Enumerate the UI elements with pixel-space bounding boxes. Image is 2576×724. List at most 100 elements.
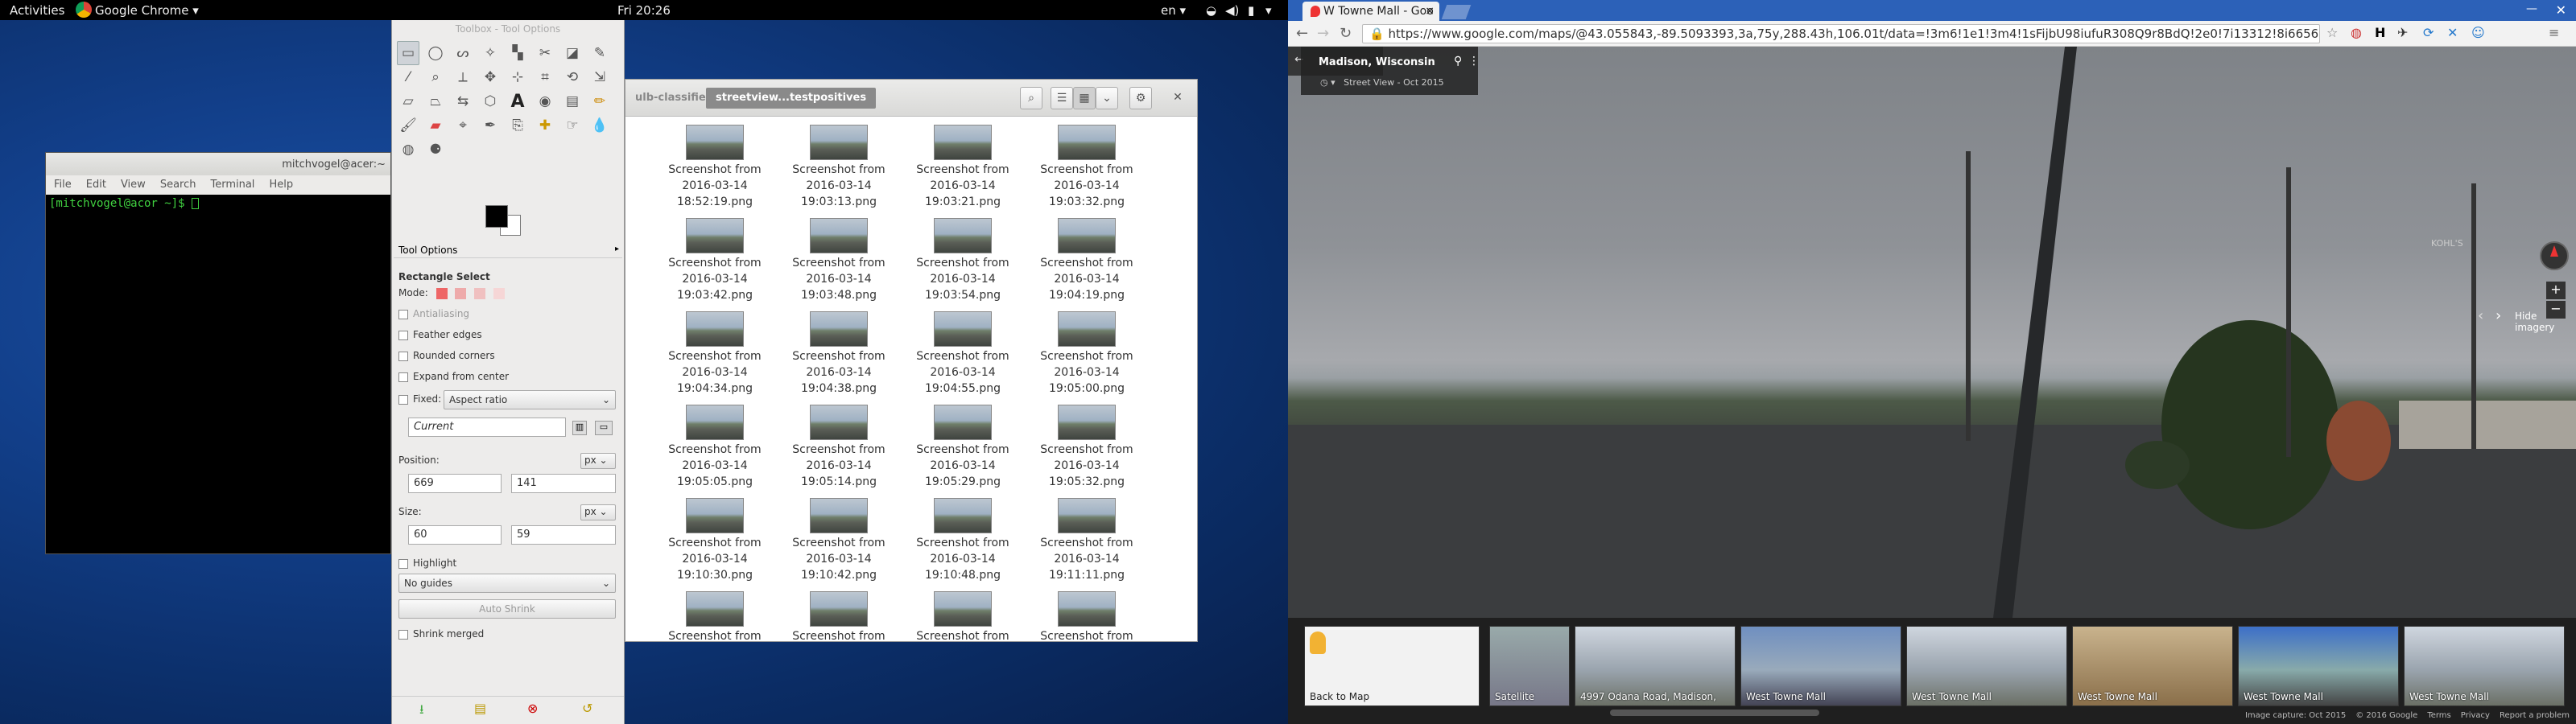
- more-icon[interactable]: ⋮: [1468, 55, 1480, 68]
- extension-5-icon[interactable]: ✕: [2447, 25, 2458, 40]
- expand-option[interactable]: Expand from center: [398, 371, 509, 382]
- file-item[interactable]: Screenshot from 2016-03-14 19:05:00.png: [1026, 311, 1147, 397]
- shear-tool-icon[interactable]: ▱: [397, 89, 419, 113]
- extension-4-icon[interactable]: ⟳: [2423, 25, 2434, 40]
- file-item[interactable]: Screenshot from 2016-03-14 19:10:42.png: [778, 498, 899, 583]
- shrink-merged-option[interactable]: Shrink merged: [398, 628, 484, 640]
- reset-options-icon[interactable]: ↺: [582, 701, 592, 716]
- photo-tile-1[interactable]: 4997 Odana Road, Madison,: [1575, 626, 1736, 706]
- terms-link[interactable]: Terms: [2427, 711, 2450, 720]
- color-picker-tool-icon[interactable]: ⁄: [397, 65, 419, 89]
- file-item[interactable]: Screenshot from 2016-03-14 19:03:42.png: [654, 218, 775, 303]
- list-view-icon[interactable]: ☰: [1051, 87, 1073, 109]
- paintbrush-tool-icon[interactable]: 🖌: [397, 113, 419, 138]
- menu-edit[interactable]: Edit: [86, 179, 106, 191]
- minimize-icon[interactable]: —: [2526, 2, 2537, 15]
- antialiasing-option[interactable]: Antialiasing: [398, 308, 469, 319]
- size-w-input[interactable]: 60: [408, 525, 502, 545]
- terminal-window[interactable]: mitchvogel@acer:~ File Edit View Search …: [45, 152, 391, 554]
- heal-tool-icon[interactable]: ✚: [534, 113, 556, 138]
- file-item[interactable]: Screenshot from 2016-03-14 19:05:14.png: [778, 405, 899, 490]
- file-item[interactable]: Screenshot from 2016-03-14 19:03:13.png: [778, 125, 899, 210]
- file-item[interactable]: Screenshot from 2016-03-14 19:03:48.png: [778, 218, 899, 303]
- photo-tile-3[interactable]: West Towne Mall: [1906, 626, 2067, 706]
- ink-tool-icon[interactable]: ✒: [479, 113, 502, 138]
- extension-3-icon[interactable]: ✈: [2397, 25, 2408, 40]
- chrome-window[interactable]: W Towne Mall - Goo × — ✕ ← → ↻ 🔒 https:/…: [1288, 0, 2576, 724]
- scissors-tool-icon[interactable]: ✂: [534, 41, 556, 65]
- grid-view-icon[interactable]: ▦: [1073, 87, 1096, 109]
- file-item[interactable]: Screenshot from 2016-03-14 19:10:30.png: [654, 498, 775, 583]
- position-unit[interactable]: px ⌄: [580, 453, 616, 469]
- privacy-link[interactable]: Privacy: [2461, 711, 2490, 720]
- file-item[interactable]: Screenshot from 2016-03-14 19:04:55.png: [902, 311, 1023, 397]
- fuzzy-select-tool-icon[interactable]: ✧: [479, 41, 502, 65]
- clock[interactable]: Fri 20:26: [617, 3, 671, 18]
- guides-dropdown[interactable]: No guides ⌄: [398, 574, 616, 593]
- file-item[interactable]: Screenshot from 2016-03-14 19:04:19.png: [1026, 218, 1147, 303]
- file-item[interactable]: Screenshot from 2016-03-14 19:04:38.png: [778, 311, 899, 397]
- file-item[interactable]: Screenshot from 2016-03-14 19:03:54.png: [902, 218, 1023, 303]
- dodge-burn-tool-icon[interactable]: 💧: [588, 113, 611, 138]
- activities-button[interactable]: Activities: [10, 3, 64, 18]
- scale-tool-icon[interactable]: ⇲: [588, 65, 611, 89]
- mode-subtract-icon[interactable]: [474, 287, 486, 299]
- place-card[interactable]: Madison, Wisconsin ◷ ▾ Street View - Oct…: [1301, 47, 1480, 95]
- chain-icon[interactable]: ▭: [595, 421, 613, 435]
- move-tool-icon[interactable]: ✥: [479, 65, 502, 89]
- window-close-icon[interactable]: ✕: [2556, 2, 2566, 18]
- file-item[interactable]: Screenshot from 2016-03-14 18:52:19.png: [654, 125, 775, 210]
- blend-tool-icon[interactable]: ▤: [561, 89, 584, 113]
- view-menu-icon[interactable]: ⌄: [1096, 87, 1118, 109]
- menu-file[interactable]: File: [54, 179, 72, 191]
- extension-2-icon[interactable]: H: [2375, 25, 2385, 40]
- file-item[interactable]: Screenshot from 2016-03-14 19:03:32.png: [1026, 125, 1147, 210]
- position-x-input[interactable]: 669: [408, 474, 502, 493]
- report-problem-link[interactable]: Report a problem: [2500, 711, 2570, 720]
- strip-scrollbar[interactable]: [1610, 710, 1819, 716]
- color-swatches[interactable]: [485, 205, 527, 237]
- restore-options-icon[interactable]: ▤: [474, 701, 486, 716]
- crop-tool-icon[interactable]: ⌗: [534, 65, 556, 89]
- paths-tool-icon[interactable]: ✎: [588, 41, 611, 65]
- current-field[interactable]: Current: [408, 418, 566, 437]
- hide-imagery-button[interactable]: Hide imagery: [2515, 311, 2576, 333]
- rotate-tool-icon[interactable]: ⟲: [561, 65, 584, 89]
- measure-tool-icon[interactable]: ⟂: [452, 65, 474, 89]
- clone-tool-icon[interactable]: ⎘: [506, 113, 529, 138]
- color-select-tool-icon[interactable]: ▚: [506, 41, 529, 65]
- text-tool-icon[interactable]: A: [506, 89, 529, 113]
- menu-view[interactable]: View: [121, 179, 146, 191]
- auto-shrink-button[interactable]: Auto Shrink: [398, 599, 616, 619]
- new-tab-button[interactable]: [1441, 5, 1472, 19]
- next-icon[interactable]: ›: [2496, 307, 2501, 324]
- free-select-tool-icon[interactable]: ᔕ: [452, 41, 474, 65]
- file-item[interactable]: Screenshot from 2016-03-14 19:03:21.png: [902, 125, 1023, 210]
- star-icon[interactable]: ☆: [2326, 25, 2338, 40]
- compass-icon[interactable]: [2540, 241, 2569, 270]
- highlight-option[interactable]: Highlight: [398, 557, 456, 569]
- search-icon[interactable]: ⌕: [1020, 87, 1042, 109]
- system-menu-icon[interactable]: ▾: [1265, 3, 1272, 18]
- close-icon[interactable]: ✕: [1166, 87, 1189, 109]
- photo-tile-5[interactable]: West Towne Mall: [2238, 626, 2399, 706]
- file-item[interactable]: Screenshot from: [778, 591, 899, 644]
- eraser-tool-icon[interactable]: ▰: [424, 113, 447, 138]
- rounded-option[interactable]: Rounded corners: [398, 350, 495, 361]
- file-item[interactable]: Screenshot from: [902, 591, 1023, 644]
- position-y-input[interactable]: 141: [511, 474, 616, 493]
- tab-west-towne-mall[interactable]: W Towne Mall - Goo ×: [1302, 2, 1439, 21]
- satellite-tile[interactable]: Satellite: [1489, 626, 1570, 706]
- forward-icon[interactable]: →: [1317, 25, 1329, 42]
- file-item[interactable]: Screenshot from 2016-03-14 19:05:29.png: [902, 405, 1023, 490]
- mode-intersect-icon[interactable]: [493, 287, 506, 299]
- mode-add-icon[interactable]: [455, 287, 467, 299]
- fixed-dropdown[interactable]: Aspect ratio ⌄: [444, 390, 616, 409]
- pencil-tool-icon[interactable]: ✏: [588, 89, 611, 113]
- tool-options-tab[interactable]: Tool Options ▸: [394, 242, 622, 258]
- pin-icon[interactable]: ⚲: [1454, 55, 1462, 68]
- file-item[interactable]: Screenshot from: [1026, 591, 1147, 644]
- address-bar[interactable]: 🔒 https://www.google.com/maps/@43.055843…: [1362, 24, 2320, 43]
- photo-tile-6[interactable]: West Towne Mall: [2404, 626, 2565, 706]
- flip-tool-icon[interactable]: ⇆: [452, 89, 474, 113]
